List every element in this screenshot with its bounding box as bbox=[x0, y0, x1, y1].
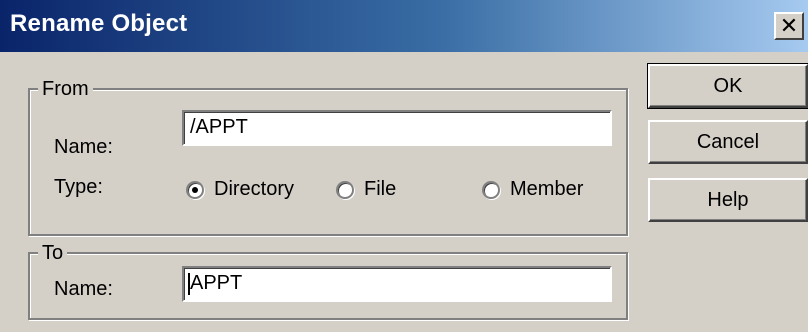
title-bar: Rename Object ✕ bbox=[0, 0, 808, 52]
to-name-field[interactable]: APPT bbox=[182, 266, 612, 302]
radio-directory-indicator bbox=[186, 180, 204, 199]
from-type-label: Type: bbox=[54, 176, 103, 198]
radio-directory[interactable]: Directory bbox=[186, 178, 294, 201]
from-legend: From bbox=[38, 78, 93, 101]
radio-file[interactable]: File bbox=[336, 178, 396, 201]
radio-member[interactable]: Member bbox=[482, 178, 583, 201]
close-button[interactable]: ✕ bbox=[774, 12, 804, 40]
from-name-field[interactable]: /APPT bbox=[182, 110, 612, 146]
cancel-button[interactable]: Cancel bbox=[648, 120, 808, 164]
help-button[interactable]: Help bbox=[648, 178, 808, 222]
to-name-label: Name: bbox=[54, 278, 113, 300]
to-legend: To bbox=[38, 242, 68, 265]
window-title: Rename Object bbox=[10, 10, 188, 37]
radio-file-indicator bbox=[336, 180, 354, 199]
to-name-value: APPT bbox=[190, 272, 243, 294]
radio-member-label: Member bbox=[510, 178, 584, 200]
from-name-label: Name: bbox=[54, 136, 113, 158]
radio-member-indicator bbox=[482, 180, 500, 199]
from-name-value: /APPT bbox=[190, 116, 248, 138]
radio-file-label: File bbox=[364, 178, 397, 200]
text-caret bbox=[188, 273, 190, 295]
close-icon: ✕ bbox=[779, 13, 799, 38]
radio-directory-label: Directory bbox=[214, 178, 295, 200]
ok-button[interactable]: OK bbox=[647, 63, 808, 109]
